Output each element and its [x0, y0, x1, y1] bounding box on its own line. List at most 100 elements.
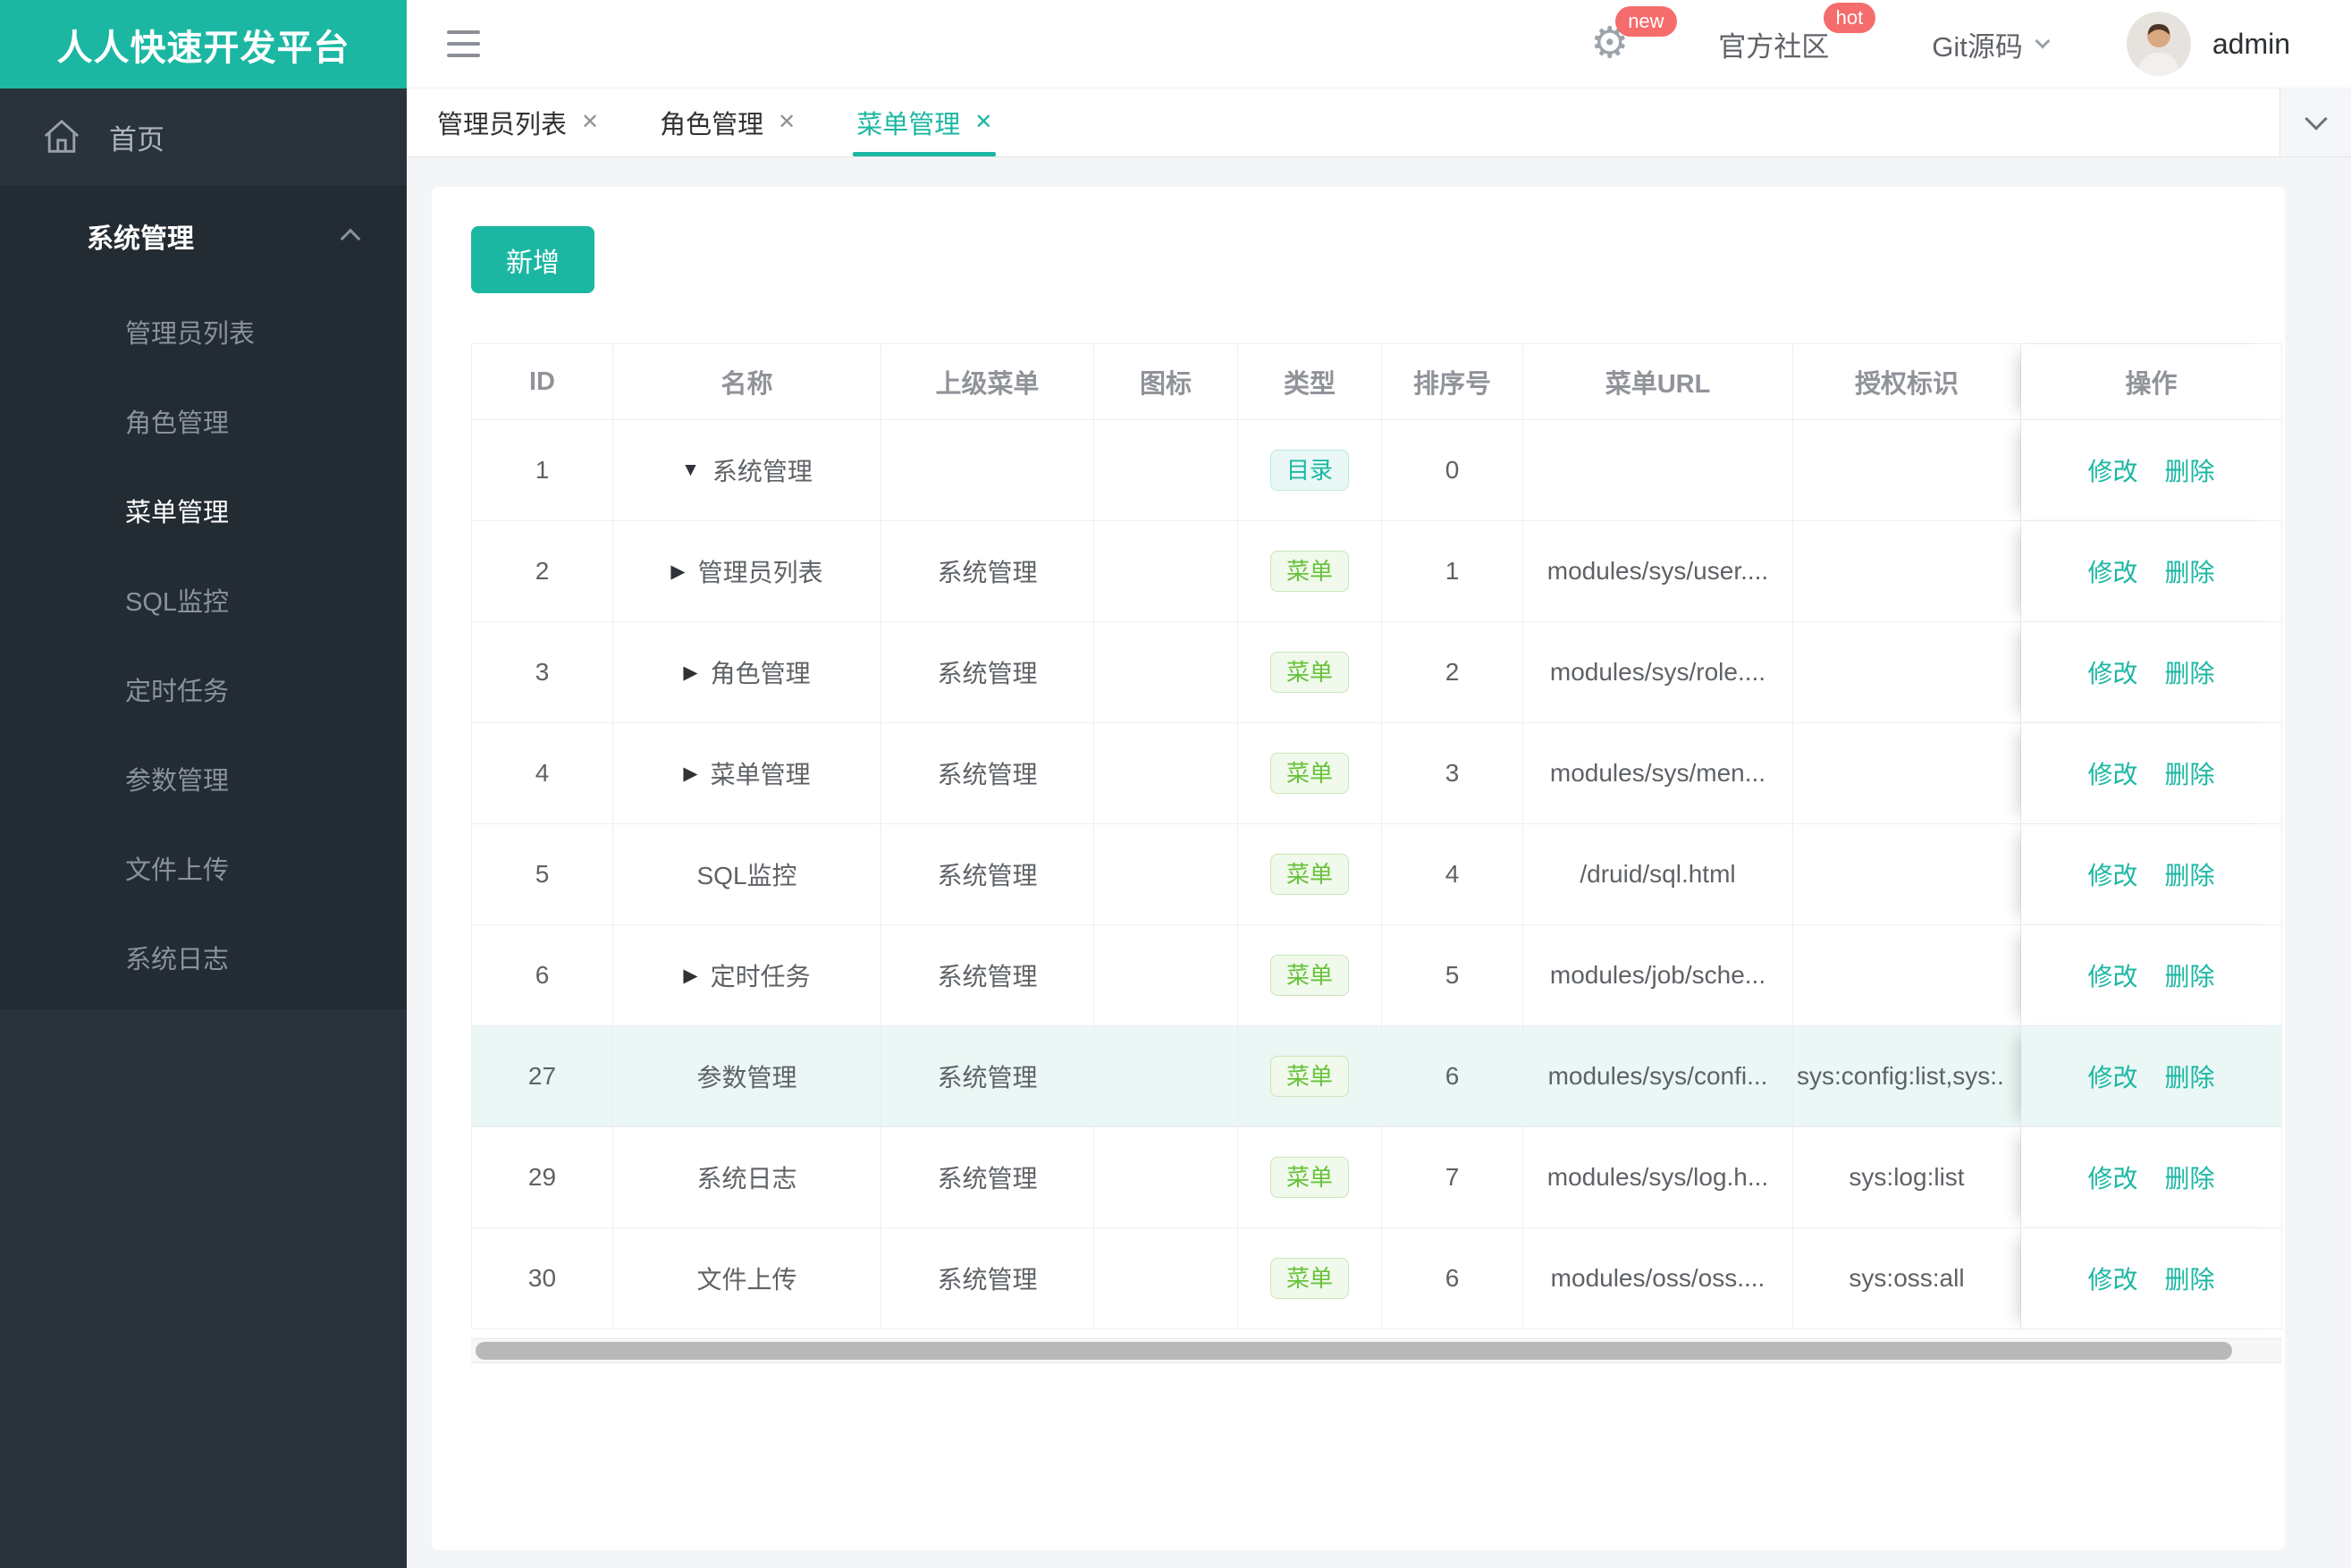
edit-link[interactable]: 修改	[2087, 452, 2137, 488]
delete-link[interactable]: 删除	[2165, 1159, 2215, 1195]
type-badge: 菜单	[1269, 1157, 1349, 1198]
edit-link[interactable]: 修改	[2087, 1159, 2137, 1195]
cell-icon	[1094, 1127, 1238, 1228]
hamburger-icon[interactable]	[438, 21, 489, 66]
topbar: ⚙ new 官方社区 hot Git源码 admin	[407, 0, 2351, 89]
cell-parent: 系统管理	[881, 521, 1094, 622]
tabs-collapse-button[interactable]	[2279, 89, 2351, 156]
delete-link[interactable]: 删除	[2165, 755, 2215, 791]
type-badge: 菜单	[1269, 652, 1349, 693]
expand-arrow-icon[interactable]: ▶	[670, 561, 685, 583]
cell-parent: 系统管理	[881, 1026, 1094, 1127]
sidebar-item-role-mgmt[interactable]: 角色管理	[0, 376, 407, 466]
horizontal-scrollbar	[471, 1338, 2282, 1363]
close-icon[interactable]	[974, 112, 992, 133]
tab-menu-mgmt[interactable]: 菜单管理	[826, 89, 1023, 156]
close-icon[interactable]	[581, 112, 599, 133]
cell-id: 3	[472, 622, 613, 723]
cell-type: 菜单	[1238, 622, 1382, 723]
close-icon[interactable]	[778, 112, 796, 133]
cell-ops: 修改 删除	[2021, 420, 2282, 521]
community-link[interactable]: 官方社区 hot	[1718, 2, 1876, 64]
content-area: 新增 ID 名称 上级菜单 图标 类型 排序号 菜单URL 授权标识 操作 1 …	[407, 157, 2351, 1568]
collapse-arrow-icon[interactable]: ▼	[681, 459, 700, 481]
delete-link[interactable]: 删除	[2165, 1058, 2215, 1094]
sidebar-item-scheduled-tasks[interactable]: 定时任务	[0, 645, 407, 734]
sidebar-section-header[interactable]: 系统管理	[0, 185, 407, 287]
delete-link[interactable]: 删除	[2165, 452, 2215, 488]
cell-ops: 修改 删除	[2021, 723, 2282, 824]
cell-icon	[1094, 925, 1238, 1026]
edit-link[interactable]: 修改	[2087, 654, 2137, 690]
cell-url: modules/sys/role....	[1523, 622, 1793, 723]
edit-link[interactable]: 修改	[2087, 957, 2137, 993]
edit-link[interactable]: 修改	[2087, 1260, 2137, 1296]
edit-link[interactable]: 修改	[2087, 856, 2137, 892]
settings-button[interactable]: ⚙ new	[1590, 6, 1677, 65]
cell-sort: 5	[1382, 925, 1523, 1026]
git-source-label: Git源码	[1932, 30, 2023, 63]
edit-link[interactable]: 修改	[2087, 755, 2137, 791]
cell-perm	[1793, 622, 2021, 723]
cell-type: 菜单	[1238, 521, 1382, 622]
cell-parent: 系统管理	[881, 723, 1094, 824]
sidebar-item-system-log[interactable]: 系统日志	[0, 913, 407, 1002]
delete-link[interactable]: 删除	[2165, 654, 2215, 690]
sidebar-item-home[interactable]: 首页	[0, 89, 407, 185]
app-logo: 人人快速开发平台	[0, 0, 407, 89]
sidebar-home-label: 首页	[109, 123, 164, 156]
cell-icon	[1094, 521, 1238, 622]
cell-ops: 修改 删除	[2021, 622, 2282, 723]
delete-link[interactable]: 删除	[2165, 553, 2215, 589]
username[interactable]: admin	[2212, 28, 2290, 61]
sidebar-item-param-mgmt[interactable]: 参数管理	[0, 734, 407, 823]
cell-ops: 修改 删除	[2021, 824, 2282, 925]
delete-link[interactable]: 删除	[2165, 957, 2215, 993]
scrollbar-thumb[interactable]	[476, 1342, 2232, 1360]
type-badge: 菜单	[1269, 551, 1349, 592]
cell-url: /druid/sql.html	[1523, 824, 1793, 925]
cell-ops: 修改 删除	[2021, 925, 2282, 1026]
sidebar-item-file-upload[interactable]: 文件上传	[0, 823, 407, 913]
cell-parent	[881, 420, 1094, 521]
table-row: 6 ▶ 定时任务 系统管理 菜单 5 modules/job/sche... 修改…	[472, 925, 2282, 1026]
cell-name: ▶ 角色管理	[613, 622, 881, 723]
cell-name: ▼ 系统管理	[613, 420, 881, 521]
add-button[interactable]: 新增	[471, 226, 594, 293]
tab-label: 管理员列表	[437, 111, 568, 139]
cell-perm	[1793, 420, 2021, 521]
cell-url: modules/oss/oss....	[1523, 1228, 1793, 1329]
table-row: 3 ▶ 角色管理 系统管理 菜单 2 modules/sys/role.... 修…	[472, 622, 2282, 723]
expand-arrow-icon[interactable]: ▶	[683, 965, 697, 987]
cell-id: 6	[472, 925, 613, 1026]
community-label: 官方社区	[1718, 30, 1830, 63]
cell-url: modules/sys/men...	[1523, 723, 1793, 824]
sidebar-item-sql-monitor[interactable]: SQL监控	[0, 555, 407, 645]
table-row: 4 ▶ 菜单管理 系统管理 菜单 3 modules/sys/men... 修改删…	[472, 723, 2282, 824]
expand-arrow-icon[interactable]: ▶	[683, 662, 697, 684]
cell-icon	[1094, 1228, 1238, 1329]
cell-icon	[1094, 824, 1238, 925]
cell-url: modules/sys/confi...	[1523, 1026, 1793, 1127]
tab-role-mgmt[interactable]: 角色管理	[629, 89, 826, 156]
edit-link[interactable]: 修改	[2087, 553, 2137, 589]
type-badge: 菜单	[1269, 854, 1349, 895]
expand-arrow-icon[interactable]: ▶	[683, 763, 697, 785]
avatar[interactable]	[2126, 12, 2191, 76]
menu-table: ID 名称 上级菜单 图标 类型 排序号 菜单URL 授权标识 操作 1 ▼ 系…	[471, 343, 2282, 1363]
sidebar-item-admin-list[interactable]: 管理员列表	[0, 287, 407, 376]
tab-bar: 管理员列表 角色管理 菜单管理	[407, 89, 2351, 157]
delete-link[interactable]: 删除	[2165, 1260, 2215, 1296]
col-header-parent: 上级菜单	[881, 344, 1094, 420]
cell-type: 目录	[1238, 420, 1382, 521]
edit-link[interactable]: 修改	[2087, 1058, 2137, 1094]
tab-admin-list[interactable]: 管理员列表	[407, 89, 629, 156]
cell-id: 30	[472, 1228, 613, 1329]
cell-sort: 3	[1382, 723, 1523, 824]
git-source-dropdown[interactable]: Git源码	[1932, 24, 2051, 64]
cell-perm	[1793, 824, 2021, 925]
cell-name: 文件上传	[613, 1228, 881, 1329]
delete-link[interactable]: 删除	[2165, 856, 2215, 892]
sidebar-item-menu-mgmt[interactable]: 菜单管理	[0, 466, 407, 555]
cell-perm	[1793, 925, 2021, 1026]
